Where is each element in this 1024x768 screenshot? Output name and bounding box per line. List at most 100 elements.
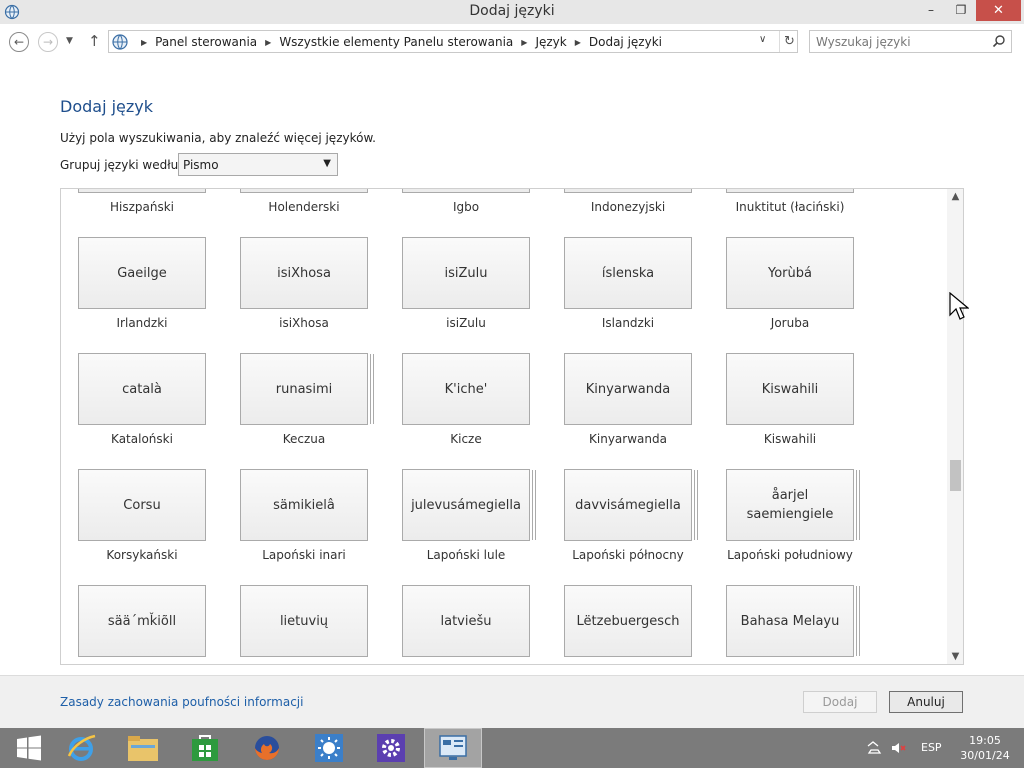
language-tile[interactable]: Gaeilge <box>78 237 206 309</box>
vertical-scrollbar[interactable]: ▲ ▼ <box>947 189 963 664</box>
maximize-button[interactable]: ❐ <box>946 0 976 21</box>
breadcrumb-all-items[interactable]: Wszystkie elementy Panelu sterowania <box>279 35 513 49</box>
privacy-policy-link[interactable]: Zasady zachowania poufności informacji <box>60 695 303 709</box>
language-tile-native-name: Bahasa Melayu <box>740 613 840 629</box>
language-tile-label: Korsykański <box>106 548 178 562</box>
language-tile-native-name: lietuvių <box>279 613 329 629</box>
input-language-indicator[interactable]: ESP <box>921 741 942 754</box>
language-tile[interactable]: lietuvių <box>240 585 368 657</box>
add-button[interactable]: Dodaj <box>803 691 877 713</box>
language-tile-label: Lapoński południowy <box>727 548 853 562</box>
language-tile-partial[interactable] <box>402 189 530 193</box>
up-button[interactable]: ↑ <box>88 32 101 50</box>
language-tile[interactable]: sää´mǩiõll <box>78 585 206 657</box>
language-tile-label: Lapoński północny <box>572 548 684 562</box>
language-tile-partial[interactable] <box>726 189 854 193</box>
chevron-down-icon: ▼ <box>323 158 331 169</box>
close-button[interactable]: ✕ <box>976 0 1021 21</box>
language-tile-native-name: åarjel saemiengiele <box>746 488 834 522</box>
language-tile[interactable]: runasimi <box>240 353 368 425</box>
language-tile[interactable]: Lëtzebuergesch <box>564 585 692 657</box>
language-tile[interactable]: Corsu <box>78 469 206 541</box>
chevron-right-icon[interactable]: ▶ <box>575 38 581 47</box>
forward-button[interactable]: → <box>38 32 58 52</box>
language-tile[interactable]: Kiswahili <box>726 353 854 425</box>
navigation-bar: ← → ▼ ↑ ▶ Panel sterowania ▶ Wszystkie elem… <box>0 24 1024 60</box>
language-tile-label: Inuktitut (łaciński) <box>735 200 845 214</box>
scrollbar-thumb[interactable] <box>950 460 961 491</box>
firefox-icon <box>255 736 279 760</box>
language-tile-label: Joruba <box>770 316 810 330</box>
recent-locations-button[interactable]: ▼ <box>66 36 73 46</box>
address-dropdown-button[interactable]: ∨ <box>759 34 766 45</box>
chevron-right-icon[interactable]: ▶ <box>265 38 271 47</box>
language-tile[interactable]: K'iche' <box>402 353 530 425</box>
language-tile-partial[interactable] <box>240 189 368 193</box>
language-tile[interactable]: latviešu <box>402 585 530 657</box>
search-input[interactable] <box>816 35 986 49</box>
group-by-label: Grupuj języki według: <box>60 158 190 172</box>
taskbar-control-panel[interactable] <box>424 728 482 768</box>
chevron-right-icon[interactable]: ▶ <box>521 38 527 47</box>
language-tile-native-name: isiXhosa <box>277 265 331 281</box>
clock-time: 19:05 <box>969 734 1001 747</box>
internet-explorer-icon <box>67 734 96 761</box>
refresh-button[interactable]: ↻ <box>779 31 799 52</box>
language-tile[interactable]: català <box>78 353 206 425</box>
language-tile-native-name: K'iche' <box>444 381 488 397</box>
language-tile-native-name: julevusámegiella <box>411 497 521 513</box>
language-tile[interactable]: davvisámegiella <box>564 469 692 541</box>
language-tile[interactable]: åarjel saemiengiele <box>726 469 854 541</box>
taskbar-brightness[interactable] <box>300 728 358 768</box>
clock[interactable]: 19:05 30/01/24 <box>955 733 1015 763</box>
language-tile-native-name: sää´mǩiõll <box>107 613 177 629</box>
taskbar-settings[interactable] <box>362 728 420 768</box>
control-panel-icon <box>112 34 128 50</box>
language-tile-native-name: Gaeilge <box>117 265 167 281</box>
taskbar-store[interactable] <box>176 728 234 768</box>
language-tile-label: Islandzki <box>601 316 655 330</box>
file-explorer-icon <box>128 736 158 761</box>
language-tile-label: Igbo <box>452 200 480 214</box>
language-tile-label: Kinyarwanda <box>589 432 667 446</box>
address-bar[interactable]: ▶ Panel sterowania ▶ Wszystkie elementy Pan… <box>108 30 798 53</box>
volume-muted-icon[interactable] <box>890 740 906 756</box>
language-tile-partial[interactable] <box>78 189 206 193</box>
breadcrumb-control-panel[interactable]: Panel sterowania <box>155 35 257 49</box>
taskbar: ESP 19:05 30/01/24 <box>0 728 1024 768</box>
show-hidden-icons-icon[interactable] <box>866 740 882 756</box>
language-tile[interactable]: sämikielâ <box>240 469 368 541</box>
search-icon[interactable] <box>992 34 1006 48</box>
search-box[interactable] <box>809 30 1012 53</box>
language-tile[interactable]: Yorùbá <box>726 237 854 309</box>
language-tile[interactable]: isiZulu <box>402 237 530 309</box>
scroll-up-button[interactable]: ▲ <box>947 191 963 202</box>
language-tile[interactable]: Kinyarwanda <box>564 353 692 425</box>
group-by-select[interactable]: Pismo ▼ <box>178 153 338 176</box>
breadcrumb-language[interactable]: Język <box>535 35 566 49</box>
language-tile[interactable]: Bahasa Melayu <box>726 585 854 657</box>
breadcrumb-add-languages[interactable]: Dodaj języki <box>589 35 662 49</box>
language-tile-partial[interactable] <box>564 189 692 193</box>
language-tile[interactable]: íslenska <box>564 237 692 309</box>
brightness-icon <box>315 734 343 762</box>
minimize-button[interactable]: – <box>916 0 946 21</box>
back-button[interactable]: ← <box>9 32 29 52</box>
cancel-button[interactable]: Anuluj <box>889 691 963 713</box>
language-tile-native-name: Corsu <box>123 497 161 513</box>
start-button[interactable] <box>0 728 58 768</box>
taskbar-file-explorer[interactable] <box>114 728 172 768</box>
language-tile-native-name: Kinyarwanda <box>585 381 671 397</box>
language-tile-native-name: Kiswahili <box>761 381 819 397</box>
language-tile[interactable]: julevusámegiella <box>402 469 530 541</box>
chevron-right-icon: ▶ <box>141 38 148 47</box>
settings-icon <box>377 734 405 762</box>
language-tile-native-name: runasimi <box>275 381 333 397</box>
taskbar-internet-explorer[interactable] <box>52 728 110 768</box>
control-panel-icon <box>439 735 467 760</box>
taskbar-firefox[interactable] <box>238 728 296 768</box>
language-list-panel[interactable]: Hiszpański Holenderski Igbo Indonezyjski Inu… <box>60 188 964 665</box>
scroll-down-button[interactable]: ▼ <box>947 651 963 662</box>
language-tile[interactable]: isiXhosa <box>240 237 368 309</box>
search-hint-text: Użyj pola wyszukiwania, aby znaleźć więc… <box>60 131 376 145</box>
